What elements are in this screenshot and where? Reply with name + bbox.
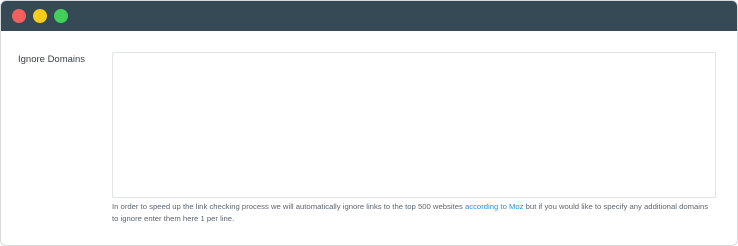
- minimize-window-button[interactable]: [33, 9, 47, 23]
- ignore-domains-label: Ignore Domains: [18, 54, 86, 65]
- help-text-before: In order to speed up the link checking p…: [112, 202, 465, 211]
- window-titlebar: [1, 1, 737, 31]
- close-window-button[interactable]: [12, 9, 26, 23]
- ignore-domains-textarea[interactable]: [112, 52, 716, 198]
- maximize-window-button[interactable]: [54, 9, 68, 23]
- according-to-moz-link[interactable]: according to Moz: [465, 202, 524, 211]
- app-window: Ignore Domains In order to speed up the …: [0, 0, 738, 246]
- ignore-domains-help-text: In order to speed up the link checking p…: [112, 201, 716, 225]
